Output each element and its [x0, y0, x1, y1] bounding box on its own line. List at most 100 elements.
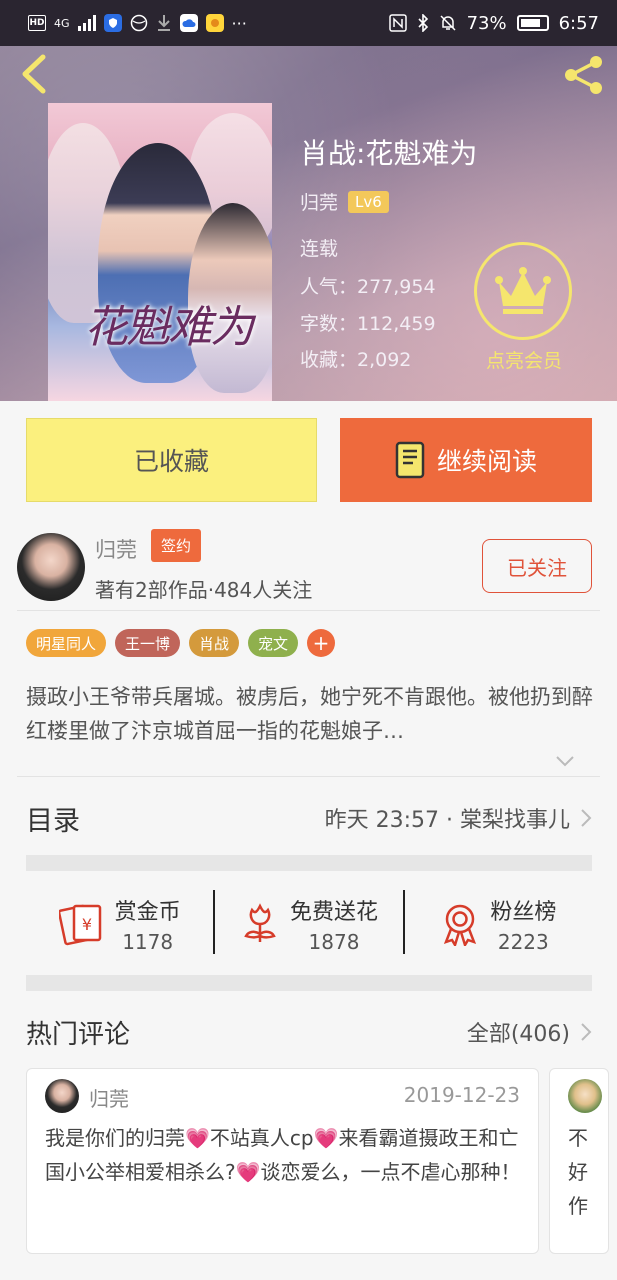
author-avatar[interactable] — [17, 533, 85, 601]
battery-percent: 73% — [466, 12, 507, 34]
send-flower-button[interactable]: 免费送花 1878 — [215, 876, 402, 972]
favorited-label: 已收藏 — [133, 447, 209, 476]
weather-app-icon — [205, 14, 224, 32]
gift-row: ¥ 赏金币 1178 免费送花 1878 粉丝榜 2223 — [26, 876, 592, 972]
comment-avatar[interactable] — [45, 1079, 79, 1113]
section-separator — [26, 855, 592, 871]
comment-avatar[interactable] — [568, 1079, 602, 1113]
reward-coins-button[interactable]: ¥ 赏金币 1178 — [26, 876, 213, 972]
gift-label: 免费送花 — [289, 900, 378, 925]
flower-icon — [244, 903, 276, 942]
vip-button[interactable]: 点亮会员 — [474, 242, 574, 373]
signed-badge: 签约 — [151, 529, 202, 562]
heart-emoji: 💗 — [185, 1126, 210, 1150]
tag-list: 明星同人 王一博 肖战 宠文 + — [26, 629, 336, 657]
expand-synopsis-button[interactable] — [555, 752, 575, 771]
fan-ranking-button[interactable]: 粉丝榜 2223 — [405, 876, 592, 972]
book-author-name[interactable]: 归莞 — [300, 188, 338, 215]
hd-icon: HD — [28, 15, 46, 31]
medal-icon — [444, 904, 477, 946]
tag-item[interactable]: 肖战 — [189, 629, 240, 657]
comments-header: 热门评论 全部(406) — [26, 1010, 592, 1054]
comment-card[interactable]: 归莞 2019-12-23 我是你们的归莞💗不站真人cp💗来看霸道摄政王和亡国小… — [26, 1068, 539, 1254]
chevron-right-icon — [581, 809, 592, 827]
book-popularity: 人气：277,954 — [300, 276, 436, 298]
section-separator — [26, 975, 592, 991]
heart-emoji: 💗 — [313, 1126, 339, 1150]
divider — [17, 610, 600, 611]
chevron-down-icon — [556, 756, 574, 767]
cloud-app-icon — [179, 14, 198, 32]
battery-icon — [516, 15, 549, 31]
share-button[interactable] — [561, 52, 607, 98]
add-tag-button[interactable]: + — [307, 629, 336, 657]
red-envelope-icon: ¥ — [58, 904, 101, 946]
comment-date: 2019-12-23 — [403, 1083, 520, 1107]
gift-label: 赏金币 — [114, 900, 181, 925]
toc-title: 目录 — [26, 805, 80, 837]
toc-latest-chapter: 昨天 23:57 · 棠梨找事儿 — [325, 802, 592, 834]
comment-body: 我是你们的归莞💗不站真人cp💗来看霸道摄政王和亡国小公举相爱相杀么?💗谈恋爱么，… — [45, 1126, 521, 1184]
clock: 6:57 — [558, 12, 599, 34]
book-favorites: 收藏：2,092 — [300, 349, 412, 371]
follow-label: 已关注 — [507, 555, 567, 580]
download-icon — [157, 15, 170, 31]
book-author-row: 归莞 Lv6 — [300, 188, 389, 215]
book-icon — [395, 441, 425, 479]
book-cover[interactable]: 花魁难为 — [48, 103, 272, 401]
book-detail-page: HD 4G ··· 73% 6:57 花魁难为 肖战:花魁难为 归莞 Lv6 连… — [0, 0, 617, 1280]
tag-item[interactable]: 明星同人 — [26, 629, 107, 657]
author-name[interactable]: 归莞 — [95, 534, 137, 564]
toc-latest-text: 昨天 23:57 · 棠梨找事儿 — [324, 808, 570, 833]
author-section: 归莞 签约 著有2部作品·484人关注 已关注 — [0, 520, 617, 612]
continue-reading-button[interactable]: 继续阅读 — [340, 418, 592, 502]
globe-icon — [130, 14, 147, 32]
follow-button[interactable]: 已关注 — [482, 539, 592, 593]
author-stats: 著有2部作品·484人关注 — [95, 578, 313, 602]
status-right-icons: 73% 6:57 — [388, 12, 599, 34]
tag-item[interactable]: 王一博 — [115, 629, 181, 657]
mute-bell-icon — [440, 15, 456, 31]
gift-text: 粉丝榜 2223 — [490, 894, 556, 954]
nfc-icon — [388, 14, 407, 32]
more-notifications: ··· — [231, 13, 247, 33]
all-comments-link[interactable]: 全部(406) — [467, 1016, 592, 1048]
comments-title: 热门评论 — [26, 1019, 131, 1050]
synopsis: 摄政小王爷带兵屠城。被虏后，她宁死不肯跟他。被他扔到醉红楼里做了汴京城首屈一指的… — [26, 685, 593, 743]
chevron-right-icon — [581, 1023, 592, 1041]
status-left-icons: HD 4G ··· — [28, 14, 247, 33]
comment-card[interactable]: 不好作 — [549, 1068, 609, 1254]
toc-row[interactable]: 目录 昨天 23:57 · 棠梨找事儿 — [26, 796, 592, 840]
cover-title-text: 花魁难为 — [84, 302, 254, 353]
signal-icon — [77, 15, 96, 31]
chevron-left-icon — [22, 54, 46, 94]
back-button[interactable] — [14, 54, 54, 94]
status-bar: HD 4G ··· 73% 6:57 — [0, 0, 617, 46]
tag-item[interactable]: 宠文 — [248, 629, 299, 657]
gift-count: 1178 — [122, 930, 174, 954]
divider — [17, 776, 600, 777]
shield-app-icon — [103, 14, 122, 32]
gift-count: 2223 — [497, 930, 549, 954]
svg-text:¥: ¥ — [82, 915, 92, 934]
book-status: 连载 — [300, 238, 339, 260]
share-icon — [565, 56, 602, 94]
bluetooth-icon — [417, 14, 428, 32]
comment-user: 归莞 — [89, 1087, 129, 1111]
crown-icon — [474, 242, 572, 340]
gift-label: 粉丝榜 — [490, 900, 557, 925]
all-comments-label: 全部(406) — [466, 1022, 570, 1047]
book-word-count: 字数：112,459 — [300, 313, 436, 335]
author-level-badge: Lv6 — [348, 190, 389, 213]
continue-reading-label: 继续阅读 — [436, 447, 537, 476]
network-icon: 4G — [54, 16, 70, 30]
heart-emoji: 💗 — [235, 1160, 261, 1184]
gift-text: 赏金币 1178 — [115, 894, 181, 954]
favorited-button[interactable]: 已收藏 — [26, 418, 317, 502]
vip-label: 点亮会员 — [485, 350, 562, 372]
book-title: 肖战:花魁难为 — [300, 137, 478, 170]
book-header: 花魁难为 肖战:花魁难为 归莞 Lv6 连载 人气：277,954 字数：112… — [0, 46, 617, 401]
comment-body: 不好作 — [568, 1126, 588, 1218]
gift-count: 1878 — [308, 930, 360, 954]
gift-text: 免费送花 1878 — [290, 894, 378, 954]
